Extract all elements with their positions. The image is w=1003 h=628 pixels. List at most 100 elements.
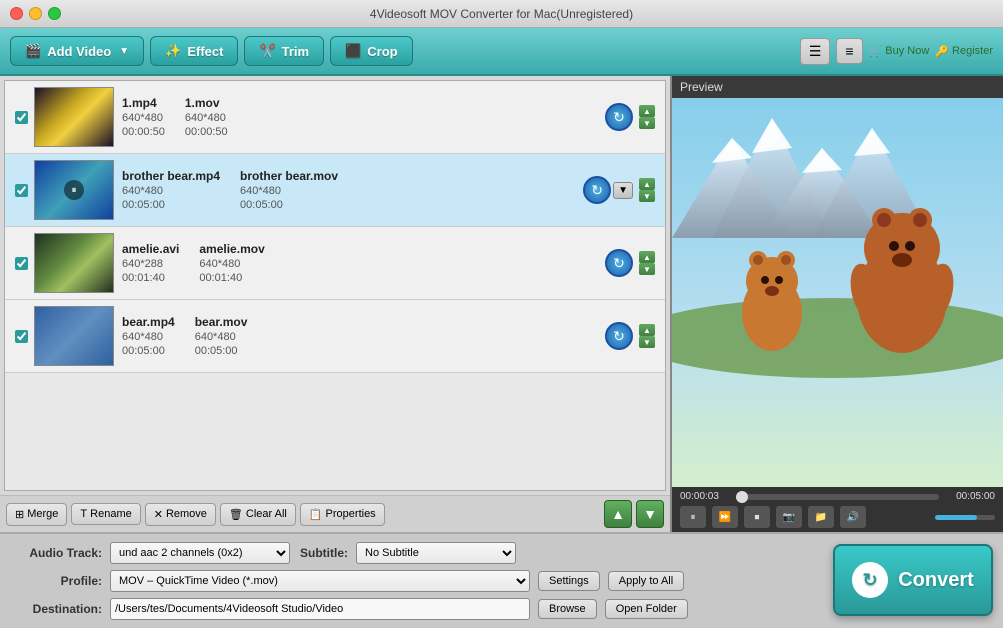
progress-thumb[interactable] xyxy=(736,491,748,503)
remove-button[interactable]: ✕ Remove xyxy=(145,503,216,526)
move-down-button-2[interactable]: ▼ xyxy=(639,190,655,202)
crop-button[interactable]: ⬛ Crop xyxy=(330,36,413,66)
properties-button[interactable]: 📋 Properties xyxy=(300,503,385,526)
preview-label: Preview xyxy=(672,76,1003,98)
move-down-global-button[interactable]: ▼ xyxy=(636,500,664,528)
dest-info-1: 1.mov 640*480 00:00:50 xyxy=(185,96,228,138)
screenshot-button[interactable]: 📷 xyxy=(776,506,802,528)
file-checkbox-2[interactable] xyxy=(15,184,28,197)
preview-video xyxy=(672,98,1003,487)
move-up-button-3[interactable]: ▲ xyxy=(639,251,655,263)
move-up-button-1[interactable]: ▲ xyxy=(639,105,655,117)
content-area: 1.mp4 640*480 00:00:50 1.mov 640*480 00:… xyxy=(0,76,1003,532)
file-info-2: brother bear.mp4 640*480 00:05:00 brothe… xyxy=(122,169,583,211)
refresh-button-3[interactable]: ↻ xyxy=(605,249,633,277)
buy-now-button[interactable]: 🛒 Buy Now xyxy=(869,45,930,58)
dest-info-3: amelie.mov 640*480 00:01:40 xyxy=(199,242,264,284)
refresh-button-4[interactable]: ↻ xyxy=(605,322,633,350)
convert-icon: ↻ xyxy=(852,562,888,598)
table-row: 1.mp4 640*480 00:00:50 1.mov 640*480 00:… xyxy=(5,81,665,154)
file-thumbnail-2: ⏸ xyxy=(34,160,114,220)
source-filename-4: bear.mp4 xyxy=(122,315,175,329)
subtitle-select[interactable]: No Subtitle xyxy=(356,542,516,564)
remove-label: Remove xyxy=(166,508,207,520)
progress-bar[interactable] xyxy=(736,494,939,500)
volume-bar[interactable] xyxy=(935,515,995,520)
move-up-global-button[interactable]: ▲ xyxy=(604,500,632,528)
detail-view-button[interactable]: ≡ xyxy=(836,38,862,64)
browse-button[interactable]: Browse xyxy=(538,599,597,619)
file-thumbnail-1 xyxy=(34,87,114,147)
move-up-button-4[interactable]: ▲ xyxy=(639,324,655,336)
convert-button[interactable]: ↻ Convert xyxy=(833,544,993,616)
file-thumbnail-4 xyxy=(34,306,114,366)
add-video-button[interactable]: 🎬 Add Video ▼ xyxy=(10,36,144,66)
dest-dur-4: 00:05:00 xyxy=(195,345,248,357)
pause-button[interactable]: ⏸ xyxy=(680,506,706,528)
register-button[interactable]: 🔑 Register xyxy=(935,45,993,58)
source-filename-1: 1.mp4 xyxy=(122,96,165,110)
toolbar-right: ☰ ≡ 🛒 Buy Now 🔑 Register xyxy=(800,38,993,65)
stop-button[interactable]: ⏹ xyxy=(744,506,770,528)
volume-icon[interactable]: 🔊 xyxy=(840,506,866,528)
dest-dur-2: 00:05:00 xyxy=(240,199,338,211)
file-list-panel: 1.mp4 640*480 00:00:50 1.mov 640*480 00:… xyxy=(0,76,670,532)
rename-button[interactable]: T Rename xyxy=(71,503,140,525)
preview-panel: Preview xyxy=(670,76,1003,532)
dest-res-4: 640*480 xyxy=(195,331,248,343)
file-info-3: amelie.avi 640*288 00:01:40 amelie.mov 6… xyxy=(122,242,605,284)
move-down-button-3[interactable]: ▼ xyxy=(639,263,655,275)
move-down-button-4[interactable]: ▼ xyxy=(639,336,655,348)
profile-label: Profile: xyxy=(12,574,102,588)
destination-input[interactable] xyxy=(110,598,530,620)
format-dropdown-2[interactable]: ▼ xyxy=(613,182,633,199)
source-dur-1: 00:00:50 xyxy=(122,126,165,138)
file-actions-2: ↻ ▼ ▲ ▼ xyxy=(583,176,657,204)
clear-all-button[interactable]: 🗑 Clear All xyxy=(220,503,296,526)
playback-controls: ⏸ ⏩ ⏹ 📷 📁 🔊 xyxy=(680,506,995,528)
audio-track-select[interactable]: und aac 2 channels (0x2) xyxy=(110,542,290,564)
window-controls[interactable] xyxy=(10,7,61,20)
dest-res-3: 640*480 xyxy=(199,258,264,270)
minimize-button[interactable] xyxy=(29,7,42,20)
step-forward-button[interactable]: ⏩ xyxy=(712,506,738,528)
buy-icon: 🛒 xyxy=(869,45,883,58)
move-up-button-2[interactable]: ▲ xyxy=(639,178,655,190)
window-title: 4Videosoft MOV Converter for Mac(Unregis… xyxy=(370,7,633,21)
source-info-4: bear.mp4 640*480 00:05:00 xyxy=(122,315,175,357)
source-info-1: 1.mp4 640*480 00:00:50 xyxy=(122,96,165,138)
folder-button[interactable]: 📁 xyxy=(808,506,834,528)
table-row: amelie.avi 640*288 00:01:40 amelie.mov 6… xyxy=(5,227,665,300)
file-info-1: 1.mp4 640*480 00:00:50 1.mov 640*480 00:… xyxy=(122,96,605,138)
maximize-button[interactable] xyxy=(48,7,61,20)
file-info-4: bear.mp4 640*480 00:05:00 bear.mov 640*4… xyxy=(122,315,605,357)
settings-button[interactable]: Settings xyxy=(538,571,600,591)
convert-label: Convert xyxy=(898,569,974,592)
source-dur-4: 00:05:00 xyxy=(122,345,175,357)
title-bar: 4Videosoft MOV Converter for Mac(Unregis… xyxy=(0,0,1003,28)
volume-fill xyxy=(935,515,977,520)
file-actions-4: ↻ ▲ ▼ xyxy=(605,322,657,350)
refresh-button-2[interactable]: ↻ xyxy=(583,176,611,204)
profile-select[interactable]: MOV – QuickTime Video (*.mov) xyxy=(110,570,530,592)
file-checkbox-4[interactable] xyxy=(15,330,28,343)
open-folder-button[interactable]: Open Folder xyxy=(605,599,688,619)
merge-button[interactable]: ⊞ Merge xyxy=(6,503,67,526)
convert-section: ↻ Convert xyxy=(833,544,993,616)
background-art xyxy=(672,98,1003,487)
source-dur-3: 00:01:40 xyxy=(122,272,179,284)
apply-to-all-button[interactable]: Apply to All xyxy=(608,571,684,591)
file-checkbox-1[interactable] xyxy=(15,111,28,124)
file-thumbnail-3 xyxy=(34,233,114,293)
move-down-button-1[interactable]: ▼ xyxy=(639,117,655,129)
source-filename-2: brother bear.mp4 xyxy=(122,169,220,183)
buy-now-label: Buy Now xyxy=(885,45,929,57)
close-button[interactable] xyxy=(10,7,23,20)
effect-button[interactable]: ✨ Effect xyxy=(150,36,238,66)
rename-icon: T xyxy=(80,508,87,520)
list-view-button[interactable]: ☰ xyxy=(800,38,831,65)
trim-button[interactable]: ✂️ Trim xyxy=(244,36,324,66)
file-checkbox-3[interactable] xyxy=(15,257,28,270)
audio-track-label: Audio Track: xyxy=(12,546,102,560)
refresh-button-1[interactable]: ↻ xyxy=(605,103,633,131)
